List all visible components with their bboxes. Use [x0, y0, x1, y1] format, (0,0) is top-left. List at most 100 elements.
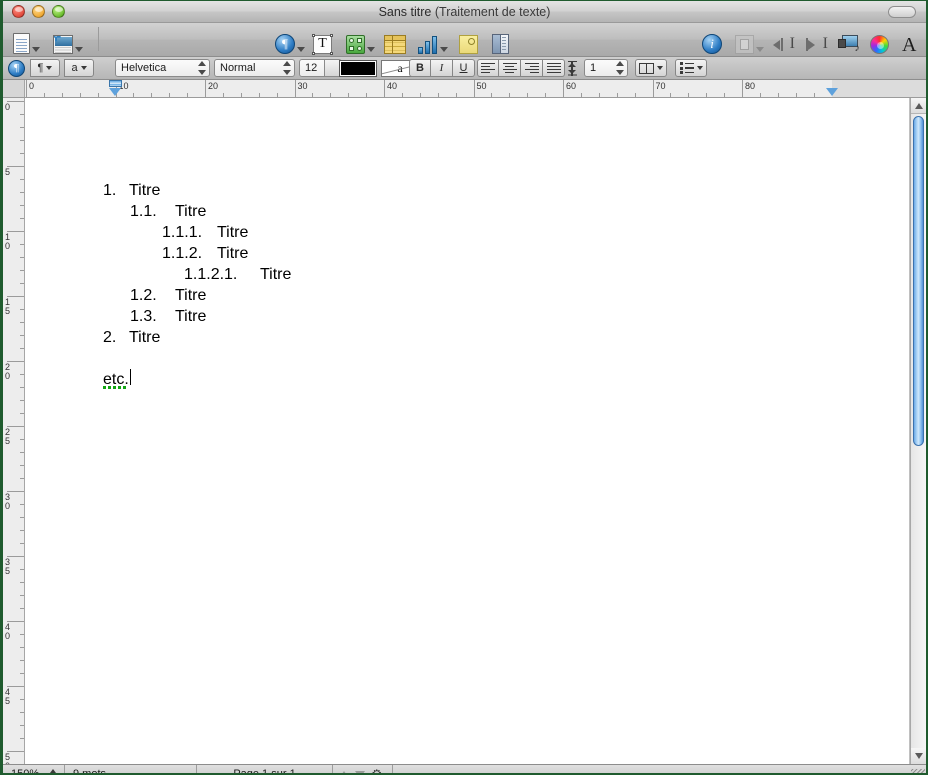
line-spacing-field[interactable]: 1	[584, 59, 628, 77]
ruler-minor-tick	[401, 93, 403, 97]
scroll-thumb[interactable]	[913, 116, 924, 446]
line-spacing-value: 1	[590, 62, 597, 74]
inspector-button[interactable]: i	[702, 26, 722, 54]
align-left-button[interactable]	[477, 59, 499, 77]
paragraph-style-button[interactable]: ¶	[30, 59, 60, 77]
fonts-button[interactable]: A	[902, 26, 916, 55]
text-color-swatch[interactable]	[339, 59, 377, 77]
vertical-scrollbar[interactable]	[910, 98, 926, 764]
outline-line[interactable]: 1.3. Titre	[103, 306, 291, 327]
color-wheel-icon	[870, 34, 889, 54]
horizontal-ruler[interactable]: 0102030405060708090	[3, 80, 926, 98]
font-style-select[interactable]: Normal	[214, 59, 295, 77]
triangle-up-icon[interactable]	[339, 770, 350, 773]
style-buttons: ¶	[30, 59, 60, 77]
blank-line[interactable]	[103, 348, 291, 369]
list-button[interactable]	[675, 59, 707, 77]
ruler-label: 30	[5, 492, 11, 511]
resize-grip[interactable]	[911, 769, 925, 773]
columns-button[interactable]	[635, 59, 667, 77]
align-right-button[interactable]	[521, 59, 543, 77]
outline-line[interactable]: 1.1. Titre	[103, 201, 291, 222]
character-style-button[interactable]: a	[64, 59, 94, 77]
ruler-minor-tick	[43, 93, 45, 97]
ruler-minor-tick	[20, 413, 24, 414]
outline-line[interactable]: 1.2. Titre	[103, 285, 291, 306]
outline-line[interactable]: 1. Titre	[103, 180, 291, 201]
page-navigation[interactable]: ⚙▾	[333, 765, 393, 773]
ruler-minor-tick	[20, 348, 24, 349]
ruler-minor-tick	[20, 153, 24, 154]
close-button[interactable]	[12, 5, 25, 18]
shapes-button[interactable]	[346, 26, 375, 54]
gear-icon[interactable]: ⚙▾	[371, 768, 385, 773]
align-center-button[interactable]	[499, 59, 521, 77]
zoom-stepper-icon[interactable]	[50, 769, 56, 773]
minimize-button[interactable]	[32, 5, 45, 18]
right-indent-marker[interactable]	[825, 80, 839, 96]
ruler-minor-tick	[688, 93, 690, 97]
ruler-minor-tick	[20, 270, 24, 271]
italic-button[interactable]: I	[431, 59, 453, 77]
stepper-icon[interactable]	[198, 61, 206, 75]
ruler-label: 20	[208, 81, 219, 91]
chevron-down-icon[interactable]	[756, 46, 764, 52]
ruler-label: 50	[476, 81, 487, 91]
font-family-value: Helvetica	[121, 62, 167, 74]
line-spacing-icon	[566, 60, 578, 76]
triangle-down-icon[interactable]	[355, 770, 366, 773]
horizontal-ruler-track[interactable]: 0102030405060708090	[25, 80, 926, 97]
outline-line[interactable]: 1.1.1. Titre	[103, 222, 291, 243]
media-button[interactable]: ✛	[53, 26, 83, 54]
table-button[interactable]	[384, 26, 406, 54]
sections-button[interactable]: ¶	[275, 26, 305, 54]
ruler-minor-tick	[527, 93, 529, 97]
document-pane-button[interactable]	[735, 26, 764, 54]
chevron-down-icon[interactable]	[32, 46, 40, 52]
media-browser-button[interactable]: ♪	[838, 26, 860, 54]
page-scroll-area[interactable]: 1. Titre 1.1. Titre 1.1.1. Titre 1.1.2. Titre 1.…	[25, 98, 910, 764]
chart-button[interactable]	[418, 26, 448, 54]
ruler-margin-region	[831, 80, 926, 97]
outline-line[interactable]: 1.1.2. Titre	[103, 243, 291, 264]
document-page[interactable]: 1. Titre 1.1. Titre 1.1.1. Titre 1.1.2. Titre 1.…	[25, 98, 910, 764]
stepper-icon[interactable]	[616, 61, 624, 75]
stepper-icon[interactable]	[283, 61, 291, 75]
ruler-minor-tick	[795, 93, 797, 97]
outline-line[interactable]: 2. Titre	[103, 327, 291, 348]
font-family-select[interactable]: Helvetica	[115, 59, 210, 77]
outdent-button[interactable]: I	[773, 26, 795, 54]
ruler-minor-tick	[20, 114, 24, 115]
scroll-up-arrow[interactable]	[911, 98, 926, 114]
left-indent-marker[interactable]	[108, 80, 122, 96]
ruler-minor-tick	[61, 93, 63, 97]
document-text[interactable]: 1. Titre 1.1. Titre 1.1.1. Titre 1.1.2. Titre 1.…	[103, 180, 291, 390]
scroll-down-arrow[interactable]	[911, 748, 926, 764]
zoom-value: 150%	[11, 768, 40, 775]
zoom-control[interactable]: 150%	[3, 765, 65, 775]
chevron-down-icon[interactable]	[367, 46, 375, 52]
ruler-minor-tick	[20, 309, 24, 310]
ruler-minor-tick	[724, 93, 726, 97]
window-controls	[12, 5, 65, 18]
text-box-button[interactable]: T	[312, 26, 333, 55]
underline-button[interactable]: U	[453, 59, 475, 77]
chevron-down-icon[interactable]	[75, 46, 83, 52]
chevron-down-icon[interactable]	[440, 46, 448, 52]
outline-line[interactable]: 1.1.2.1. Titre	[103, 264, 291, 285]
bold-button[interactable]: B	[409, 59, 431, 77]
font-size-field[interactable]: 12	[299, 59, 342, 77]
align-justify-button[interactable]	[543, 59, 565, 77]
view-button[interactable]	[13, 26, 40, 54]
style-drawer-button[interactable]: ¶	[8, 59, 25, 77]
trailing-line[interactable]: etc.	[103, 369, 291, 390]
comment-button[interactable]	[459, 26, 478, 54]
toolbar-toggle-button[interactable]	[888, 5, 916, 18]
title-bar: Sans titre (Traitement de texte)	[3, 1, 926, 23]
colors-button[interactable]	[870, 26, 889, 54]
indent-button[interactable]: I	[806, 26, 828, 54]
vertical-ruler[interactable]: 0 5 10 15 20 25 30 35 40 45 50	[3, 98, 25, 764]
text-columns-button[interactable]	[492, 26, 509, 54]
chevron-down-icon[interactable]	[297, 46, 305, 52]
zoom-button[interactable]	[52, 5, 65, 18]
